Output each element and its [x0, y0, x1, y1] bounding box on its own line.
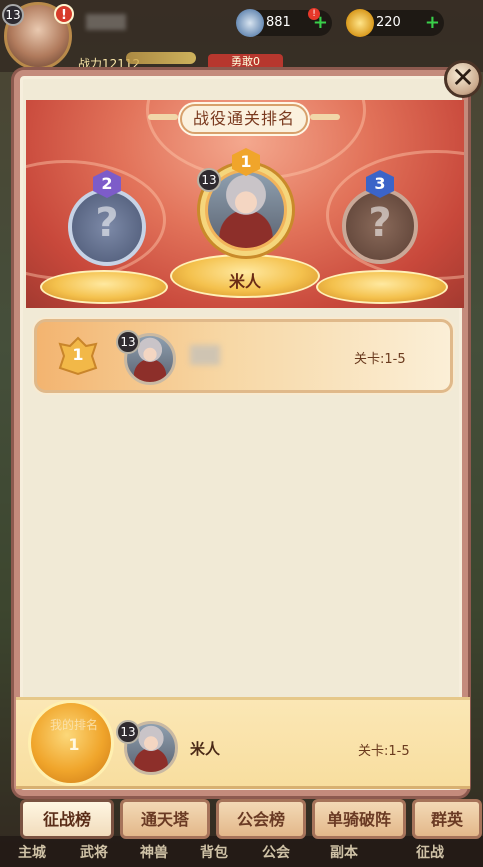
nav-campaign[interactable]: 征战	[416, 842, 444, 862]
row-player-name-blurred	[190, 345, 220, 365]
my-rank-label: 我的排名	[49, 718, 98, 732]
ranking-tabs: 征战榜 通天塔 公会榜 单骑破阵 群英	[20, 799, 483, 839]
gold-count: 220	[376, 15, 401, 30]
nav-dungeon[interactable]: 副本	[330, 842, 358, 862]
bottom-nav: 主城 武将 神兽 背包 公会 副本 征战	[0, 836, 483, 867]
row-rank-number: 1	[72, 345, 84, 364]
nav-main-city[interactable]: 主城	[18, 842, 46, 862]
gem-icon	[236, 9, 264, 37]
title-left-ornament	[148, 114, 178, 120]
row-level-badge: 13	[116, 330, 140, 354]
first-place-name: 米人	[228, 272, 261, 291]
add-gem-icon[interactable]: +	[313, 12, 328, 34]
power-bar	[126, 52, 196, 64]
nav-bag[interactable]: 背包	[200, 842, 228, 862]
my-name: 米人	[190, 740, 221, 758]
status-tag: 勇敢0	[208, 54, 283, 70]
add-gold-icon[interactable]: +	[425, 12, 440, 34]
top-hud: 13 ! 战力12112 勇敢0 881 ! + 220 +	[0, 0, 483, 72]
tab-solo-breakthrough[interactable]: 单骑破阵	[312, 799, 406, 839]
nav-generals[interactable]: 武将	[80, 842, 108, 862]
close-icon: ✕	[451, 61, 475, 94]
pedestal-second	[40, 270, 168, 304]
gem-count: 881	[266, 15, 291, 30]
my-rank-number: 1	[68, 735, 80, 754]
nav-beasts[interactable]: 神兽	[140, 842, 168, 862]
tab-guild-rank[interactable]: 公会榜	[216, 799, 306, 839]
tab-tower[interactable]: 通天塔	[120, 799, 210, 839]
my-level-badge: 13	[116, 720, 140, 744]
row-stage-progress: 关卡:1-5	[354, 352, 406, 367]
second-place-unknown: ?	[95, 200, 119, 246]
alert-badge: !	[54, 4, 74, 24]
tab-campaign-rank[interactable]: 征战榜	[20, 799, 114, 839]
player-level-badge: 13	[2, 4, 24, 26]
tab-heroes[interactable]: 群英	[412, 799, 482, 839]
gold-ingot-icon	[346, 9, 374, 37]
resource-gem[interactable]: 881 ! +	[236, 8, 332, 37]
nav-guild[interactable]: 公会	[262, 842, 290, 862]
first-place-level-badge: 13	[197, 168, 221, 192]
title-right-ornament	[310, 114, 340, 120]
my-stage-progress: 关卡:1-5	[358, 744, 410, 759]
pedestal-third	[316, 270, 448, 304]
resource-gold[interactable]: 220 +	[346, 9, 444, 37]
player-name-blurred	[86, 14, 126, 30]
modal-title: 战役通关排名	[192, 109, 295, 128]
third-place-unknown: ?	[368, 200, 392, 246]
close-button[interactable]: ✕	[444, 60, 482, 98]
modal-title-plaque: 战役通关排名	[180, 104, 308, 134]
